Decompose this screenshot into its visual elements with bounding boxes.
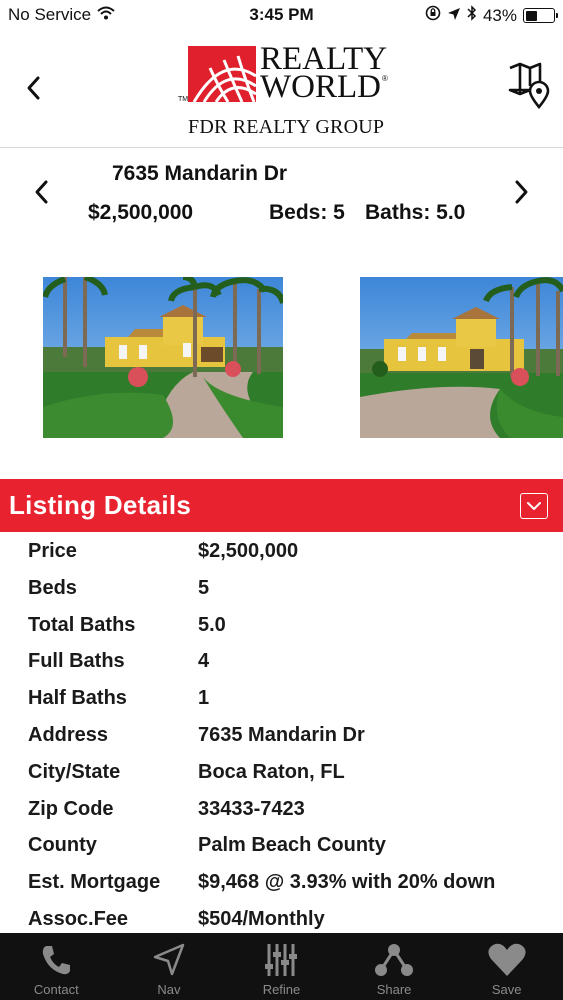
collapse-toggle-button[interactable] [520, 493, 548, 519]
listing-summary: 7635 Mandarin Dr $2,500,000 Beds: 5 Bath… [0, 150, 563, 240]
detail-row: Full Baths 4 [0, 643, 563, 680]
chevron-left-icon [27, 76, 40, 100]
listing-beds: Beds: 5 [269, 201, 345, 224]
tab-nav[interactable]: Nav [113, 933, 226, 1000]
tab-label: Share [376, 982, 412, 997]
detail-label: Address [28, 723, 109, 746]
detail-row: Est. Mortgage $9,468 @ 3.93% with 20% dow… [0, 864, 563, 901]
detail-value: 7635 Mandarin Dr [198, 723, 365, 746]
share-icon [374, 940, 414, 980]
status-right: 43% [425, 5, 558, 26]
detail-row: County Palm Beach County [0, 827, 563, 864]
detail-value: Palm Beach County [198, 834, 386, 857]
listing-address: 7635 Mandarin Dr [112, 162, 288, 185]
detail-label: Zip Code [28, 797, 114, 820]
realty-world-logo: TM REALTY WORLD ® FDR REALTY GROUP [178, 43, 388, 140]
detail-value: $9,468 @ 3.93% with 20% down [198, 871, 496, 894]
logo-word-world: WORLD [260, 69, 381, 105]
bluetooth-icon [467, 5, 477, 26]
sliders-icon [263, 940, 299, 980]
listing-photo-2[interactable] [360, 277, 563, 438]
battery-icon [523, 8, 558, 23]
detail-row: Beds 5 [0, 570, 563, 607]
listing-details-title: Listing Details [9, 490, 192, 520]
detail-value: 4 [198, 650, 210, 673]
chevron-left-icon [35, 180, 48, 204]
detail-label: Price [28, 540, 77, 562]
tab-label: Contact [33, 982, 79, 997]
listing-photo-1[interactable] [43, 277, 283, 438]
detail-value: $2,500,000 [198, 540, 299, 562]
chevron-right-icon [515, 180, 528, 204]
tab-share[interactable]: Share [338, 933, 451, 1000]
detail-value: 1 [198, 687, 210, 710]
map-pin-icon [508, 62, 550, 110]
battery-fill [525, 10, 538, 21]
detail-label: Est. Mortgage [28, 871, 161, 894]
back-button[interactable] [18, 70, 48, 106]
tab-label: Refine [262, 982, 301, 997]
tab-label: Nav [157, 982, 181, 997]
detail-row: City/State Boca Raton, FL [0, 754, 563, 791]
detail-row: Zip Code 33433-7423 [0, 791, 563, 828]
detail-label: Total Baths [28, 613, 136, 636]
previous-listing-button[interactable] [26, 174, 56, 210]
orientation-lock-icon [425, 5, 441, 26]
logo-registered: ® [382, 74, 388, 83]
chevron-down-icon [527, 502, 541, 510]
detail-value: Boca Raton, FL [198, 760, 345, 783]
globe-logo-mark [188, 46, 256, 102]
listing-baths: Baths: 5.0 [365, 201, 466, 224]
detail-label: Full Baths [28, 650, 125, 673]
tab-contact[interactable]: Contact [0, 933, 113, 1000]
detail-label: County [28, 834, 97, 857]
detail-label: Half Baths [28, 687, 127, 710]
tab-save[interactable]: Save [450, 933, 563, 1000]
listing-details-list: Price $2,500,000 Beds 5 Total Baths 5.0 Full B… [0, 533, 563, 938]
navigation-arrow-icon [151, 940, 187, 980]
detail-row: Total Baths 5.0 [0, 607, 563, 644]
detail-label: Assoc.Fee [28, 907, 129, 930]
app-header: TM REALTY WORLD ® FDR REALTY GROUP [0, 30, 563, 148]
location-icon [447, 6, 461, 26]
battery-percent: 43% [482, 5, 517, 25]
detail-row: Address 7635 Mandarin Dr [0, 717, 563, 754]
detail-row: Price $2,500,000 [0, 533, 563, 570]
bottom-tab-bar: Contact Nav Refine Share Save [0, 933, 563, 1000]
detail-value: 5 [198, 576, 210, 599]
detail-label: City/State [28, 760, 121, 783]
tab-refine[interactable]: Refine [225, 933, 338, 1000]
map-button[interactable] [507, 60, 553, 110]
listing-details-header[interactable]: Listing Details [0, 479, 563, 532]
detail-label: Beds [28, 576, 77, 599]
detail-row: Half Baths 1 [0, 680, 563, 717]
logo-tagline: FDR REALTY GROUP [188, 116, 385, 138]
logo-tm: TM [178, 96, 189, 103]
listing-price: $2,500,000 [88, 201, 194, 224]
phone-icon [38, 940, 74, 980]
heart-icon [487, 940, 527, 980]
next-listing-button[interactable] [507, 174, 537, 210]
tab-label: Save [491, 982, 522, 997]
detail-value: 5.0 [198, 613, 226, 636]
detail-value: $504/Monthly [198, 907, 325, 930]
detail-value: 33433-7423 [198, 797, 305, 820]
status-bar: No Service 3:45 PM 43% [0, 0, 563, 30]
